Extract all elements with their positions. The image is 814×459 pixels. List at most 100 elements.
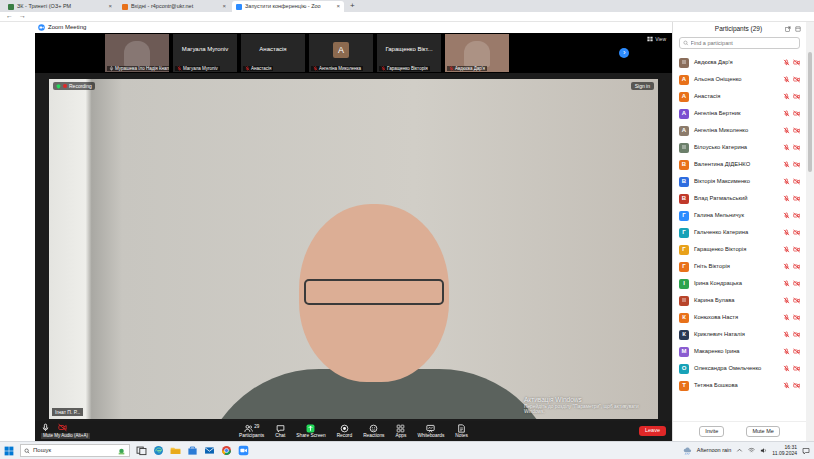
favicon-icon [8,4,14,10]
participant-row[interactable]: ККонюхова Настя [673,309,806,326]
chat-button[interactable]: Chat [275,424,285,439]
view-label: View [655,36,666,42]
video-status [793,75,800,83]
avatar: Г [679,245,689,255]
video-tile[interactable]: Гаращенко Вікт...Гаращенко Вікторія [377,34,441,72]
participant-row[interactable]: ААнастасія [673,88,806,105]
browser-tab[interactable]: Вхідні - r4pcontr@ukr.net× [118,1,230,12]
apps-button[interactable]: Apps [395,424,406,439]
notes-icon [457,424,466,433]
participant-row[interactable]: ГГніть Вікторія [673,258,806,275]
muted-mic-icon [783,144,790,151]
video-tile[interactable]: Магуала MyronivМагуала Myroniv [173,34,237,72]
muted-mic-icon [783,348,790,355]
record-button[interactable]: Record [337,424,352,439]
muted-mic-icon [783,161,790,168]
view-button[interactable]: View [647,36,666,42]
camera-off-icon [793,331,800,338]
avatar-initial: К [682,314,686,321]
browser-tab[interactable]: ЗК - Тринеті (ОЗ+ РМ× [4,1,116,12]
video-tile[interactable]: АнастасіяАнастасія [241,34,305,72]
muted-mic-icon [783,212,790,219]
video-status [793,279,800,287]
participant-row[interactable]: Білоусько Катерина [673,139,806,156]
muted-mic-icon [783,280,790,287]
forward-button[interactable]: → [19,12,26,20]
panel-button[interactable]: Invite [699,426,724,437]
clock[interactable]: 16:3111.09.2024 [772,445,797,457]
video-button[interactable] [58,423,67,432]
start-button[interactable] [4,446,14,456]
muted-mic-icon [245,66,250,71]
participant-row[interactable]: ГГаращенко Вікторія [673,241,806,258]
participant-row[interactable]: ААнгеліна Бертник [673,105,806,122]
search-input[interactable] [691,40,796,46]
participant-row[interactable]: ООлександра Омельченко [673,360,806,377]
participant-name: Тетяна Бошкова [694,382,778,389]
weather-label[interactable]: Afternoon rain [697,447,732,454]
video-tile[interactable]: Авдєєва Дар'я [445,34,509,72]
mic-status [783,92,790,100]
participant-row[interactable]: ККриклевич Наталія [673,326,806,343]
mic-status [783,330,790,338]
back-button[interactable]: ← [6,12,13,20]
new-tab-button[interactable]: + [346,1,359,11]
close-tab-button[interactable]: × [108,3,112,10]
notifications-icon [802,447,810,455]
chrome-button[interactable] [221,445,232,456]
taskbar-search[interactable]: Пошук [20,444,130,457]
reactions-button[interactable]: Reactions [363,424,384,439]
participants-icon [244,424,253,433]
edge-button[interactable] [153,445,164,456]
participant-row[interactable]: Авдєєва Дар'я [673,54,806,71]
panel-button[interactable]: Mute Me [746,426,779,437]
video-tile[interactable]: Мурашева Іло Надія Кнап [105,34,169,72]
speaker-head [299,204,449,382]
tile-label: Гаращенко Вікторія [379,66,430,71]
task-view-button[interactable] [136,445,147,456]
file-explorer-button[interactable] [170,445,181,456]
search-field[interactable] [679,37,800,49]
next-page-button[interactable]: › [619,48,629,58]
participant-row[interactable]: ААльона Оніщенко [673,71,806,88]
participant-name: Галина Мельничук [694,212,778,219]
camera-off-icon [793,76,800,83]
participant-row[interactable]: ММакаренко Ірина [673,343,806,360]
camera-off-icon [793,297,800,304]
camera-off-icon [793,178,800,185]
avatar-initial: А [682,110,686,117]
browser-tab[interactable]: Запустити конференцію - Zoo× [232,1,344,12]
zoom-button[interactable] [238,445,249,456]
avatar-initial: М [682,348,687,355]
participant-row[interactable]: ІІрина Кондрацька [673,275,806,292]
video-tile[interactable]: ААнгеліна Миколенка [309,34,373,72]
chat-icon [276,424,285,433]
muted-mic-icon [449,66,454,71]
camera-off-icon [793,246,800,253]
participant-row[interactable]: ТТетяна Бошкова [673,377,806,394]
mute-audio-button[interactable] [41,423,50,432]
video-status [793,177,800,185]
store-button[interactable] [187,445,198,456]
participant-row[interactable]: ААнгеліна Миколенко [673,122,806,139]
participant-row[interactable]: ВВікторія Максименко [673,173,806,190]
sign-in-button[interactable]: Sign in [631,82,654,90]
mic-status [783,58,790,66]
participant-row[interactable]: ВВалентина ДІДЕНКО [673,156,806,173]
scrollbar[interactable] [806,22,814,441]
mic-status [783,364,790,372]
whiteboard-button[interactable]: Whiteboards [417,424,444,439]
participants-button[interactable]: 29Participants [239,424,264,439]
close-tab-button[interactable]: × [336,3,340,10]
participant-row[interactable]: ГГальченко Катерина [673,224,806,241]
notes-button[interactable]: Notes [455,424,468,439]
avatar-initial: К [682,331,686,338]
participant-row[interactable]: ГГалина Мельничук [673,207,806,224]
participant-row[interactable]: Карина Булава [673,292,806,309]
leave-button[interactable]: Leave [639,426,666,435]
mic-status [783,211,790,219]
close-tab-button[interactable]: × [222,3,226,10]
share-button[interactable]: Share Screen [296,424,325,439]
mail-button[interactable] [204,445,215,456]
participant-row[interactable]: ВВлад Ратмальський [673,190,806,207]
